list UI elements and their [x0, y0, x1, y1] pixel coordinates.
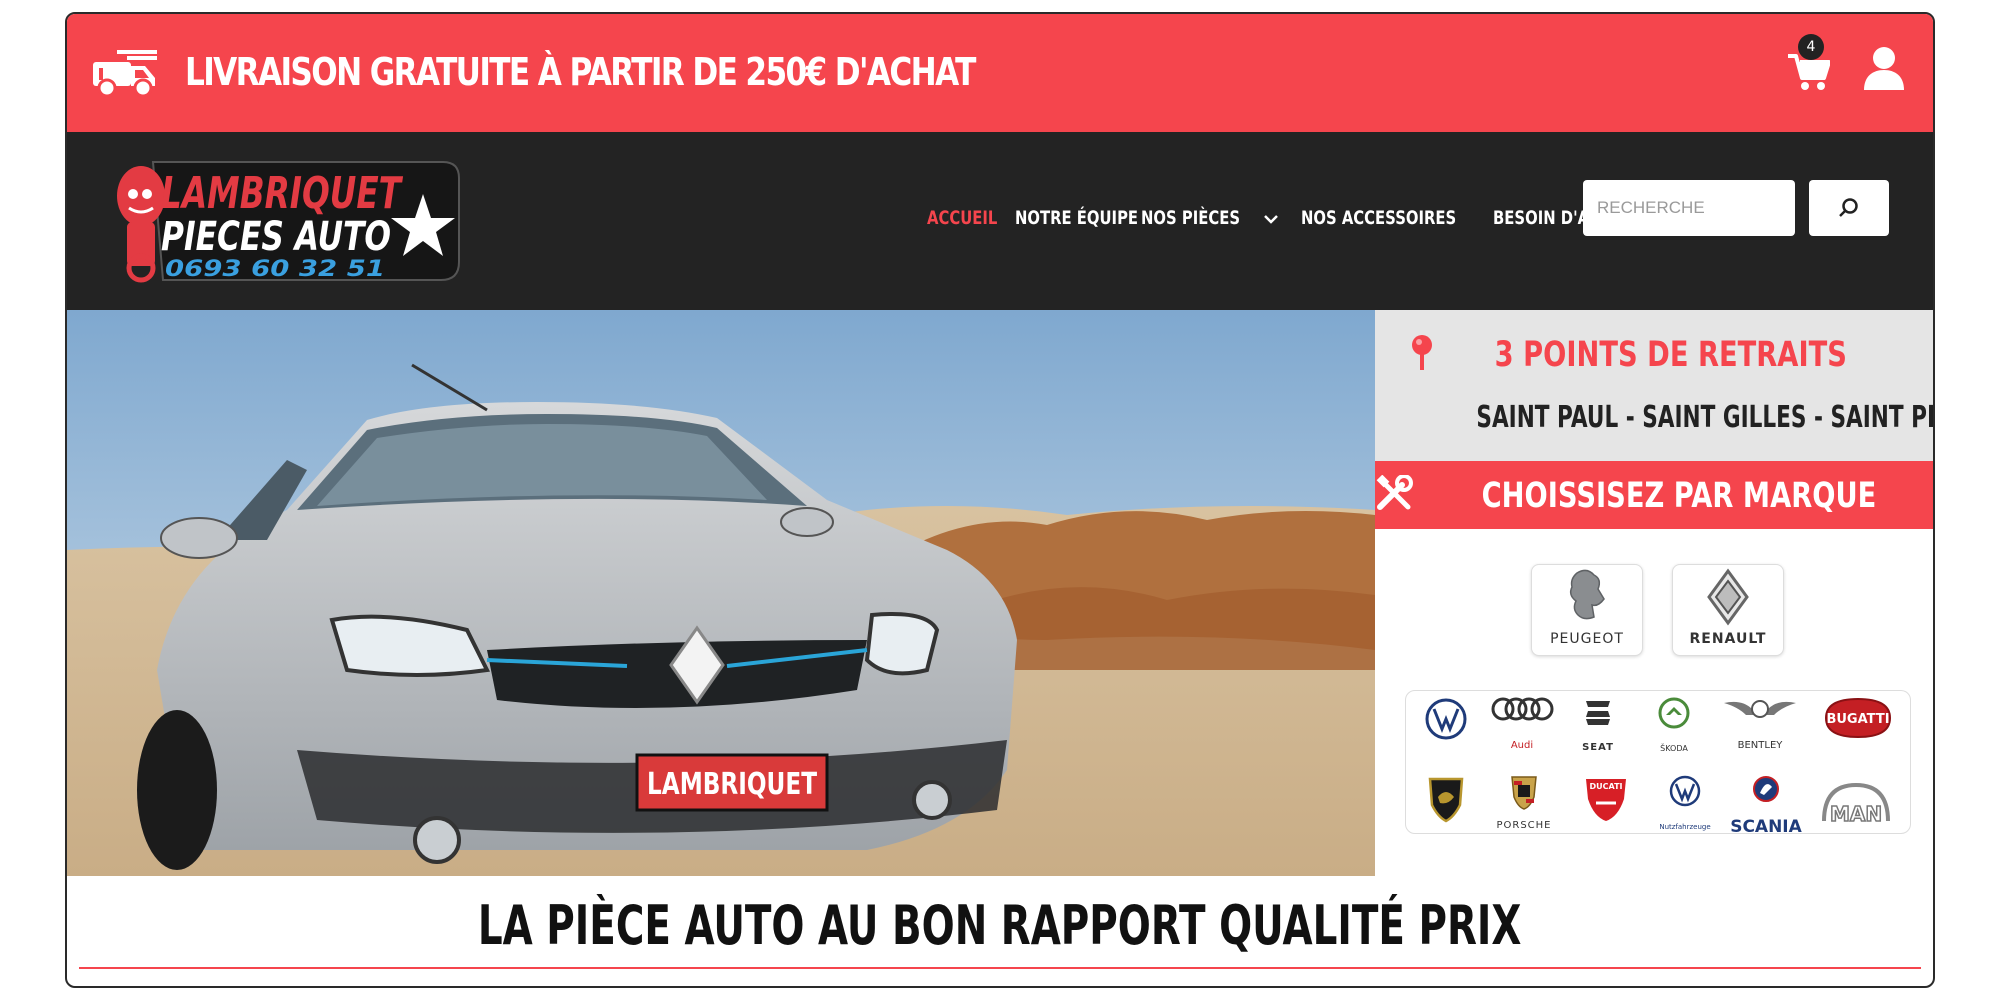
choose-by-brand-title: CHOISSISEZ PAR MARQUE: [1481, 476, 1877, 516]
hero-image: LAMBRIQUET: [67, 310, 1375, 876]
seat-label: SEAT: [1582, 742, 1614, 753]
brand-skoda[interactable]: ŠKODA: [1642, 697, 1706, 753]
divider-line: [79, 967, 1921, 969]
brand-card-renault[interactable]: RENAULT: [1672, 564, 1784, 656]
peugeot-lion-icon: [1569, 569, 1605, 620]
scania-label: SCANIA: [1730, 817, 1802, 837]
bentley-wings-icon: [1724, 700, 1796, 718]
brand-seat[interactable]: SEAT: [1566, 697, 1630, 753]
menu-item-notre-equipe[interactable]: NOTRE ÉQUIPE: [1015, 207, 1138, 229]
pickup-locations: SAINT PAUL - SAINT GILLES - SAINT PIERRE: [1476, 400, 1935, 435]
vw-logo-icon: [1425, 698, 1467, 740]
logo-line1: LAMBRIQUET: [161, 168, 403, 219]
brand-vw[interactable]: [1414, 697, 1478, 753]
bugatti-badge-icon: BUGATTI: [1824, 697, 1892, 739]
brand-side-panel: 3 POINTS DE RETRAITS SAINT PAUL - SAINT …: [1375, 310, 1933, 876]
audi-label: Audi: [1510, 740, 1534, 751]
man-logo-icon: MAN: [1822, 782, 1890, 827]
scania-griffin-icon: [1753, 776, 1779, 802]
brand-man[interactable]: MAN: [1816, 777, 1896, 833]
brand-lamborghini[interactable]: [1414, 775, 1478, 831]
free-shipping-text: LIVRAISON GRATUITE À PARTIR DE 250€ D'AC…: [185, 50, 976, 94]
brand-logo-grid: Audi SEAT ŠKODA BENTLEY BUGATTI PORSCHE …: [1405, 690, 1911, 837]
car-photo: LAMBRIQUET: [67, 310, 1375, 876]
porsche-crest-icon: [1511, 776, 1537, 810]
map-pin-icon: [1412, 335, 1433, 370]
brand-bentley[interactable]: BENTLEY: [1722, 695, 1798, 751]
brand-porsche[interactable]: PORSCHE: [1486, 775, 1562, 831]
pickup-points-title: 3 POINTS DE RETRAITS: [1494, 335, 1848, 375]
menu-item-accueil[interactable]: ACCUEIL: [927, 207, 997, 229]
seat-logo-icon: [1586, 701, 1610, 725]
lambriquet-logo[interactable]: LAMBRIQUET PIECES AUTO 0693 60 32 51: [103, 156, 463, 286]
skoda-label: ŠKODA: [1660, 744, 1688, 753]
choose-by-brand-bar: CHOISSISEZ PAR MARQUE: [1375, 461, 1933, 529]
truck-icon: [93, 50, 157, 98]
lamborghini-shield-icon: [1428, 777, 1464, 823]
ducati-label: DUCATI: [1589, 782, 1622, 791]
logo-line2: PIECES AUTO: [161, 214, 391, 260]
logo-phone: 0693 60 32 51: [165, 257, 385, 282]
porsche-label: PORSCHE: [1496, 820, 1552, 831]
search-button[interactable]: [1809, 180, 1889, 236]
menu-item-nos-accessoires[interactable]: NOS ACCESSOIRES: [1301, 207, 1456, 229]
vw-commercial-logo-icon: [1669, 775, 1701, 807]
tools-icon: [1376, 474, 1413, 510]
renault-label: RENAULT: [1689, 631, 1767, 647]
user-icon[interactable]: [1863, 46, 1905, 90]
search-input[interactable]: [1583, 180, 1795, 236]
page-tagline: LA PIÈCE AUTO AU BON RAPPORT QUALITÉ PRI…: [478, 894, 1522, 957]
pickup-points-box: 3 POINTS DE RETRAITS SAINT PAUL - SAINT …: [1375, 310, 1933, 461]
brand-scania[interactable]: SCANIA: [1726, 775, 1806, 837]
promo-bar: LIVRAISON GRATUITE À PARTIR DE 250€ D'AC…: [67, 14, 1933, 132]
brand-card-peugeot[interactable]: PEUGEOT: [1531, 564, 1643, 656]
audi-rings-icon: [1491, 697, 1554, 721]
license-plate-text: LAMBRIQUET: [647, 767, 817, 802]
brand-audi[interactable]: Audi: [1490, 695, 1554, 751]
brand-ducati[interactable]: DUCATI: [1574, 775, 1638, 831]
search-icon: [1839, 198, 1858, 217]
renault-diamond-icon: [1707, 568, 1749, 626]
peugeot-label: PEUGEOT: [1550, 631, 1624, 647]
man-label: MAN: [1830, 802, 1882, 826]
menu-item-nos-pieces[interactable]: NOS PIÈCES: [1141, 207, 1240, 229]
bugatti-label: BUGATTI: [1826, 712, 1889, 727]
main-navbar: LAMBRIQUET PIECES AUTO 0693 60 32 51 ACC…: [67, 132, 1933, 310]
chevron-down-icon[interactable]: [1263, 213, 1279, 225]
skoda-logo-icon: [1658, 697, 1690, 729]
page-frame: LIVRAISON GRATUITE À PARTIR DE 250€ D'AC…: [65, 12, 1935, 988]
cart-count-badge: 4: [1798, 34, 1824, 60]
brand-vw-nutzfahrzeuge[interactable]: Nutzfahrzeuge: [1650, 775, 1720, 831]
brand-bugatti[interactable]: BUGATTI: [1818, 695, 1898, 751]
ducati-shield-icon: DUCATI: [1586, 779, 1626, 821]
nutzfahrzeuge-label: Nutzfahrzeuge: [1659, 823, 1711, 831]
bentley-label: BENTLEY: [1737, 740, 1783, 751]
